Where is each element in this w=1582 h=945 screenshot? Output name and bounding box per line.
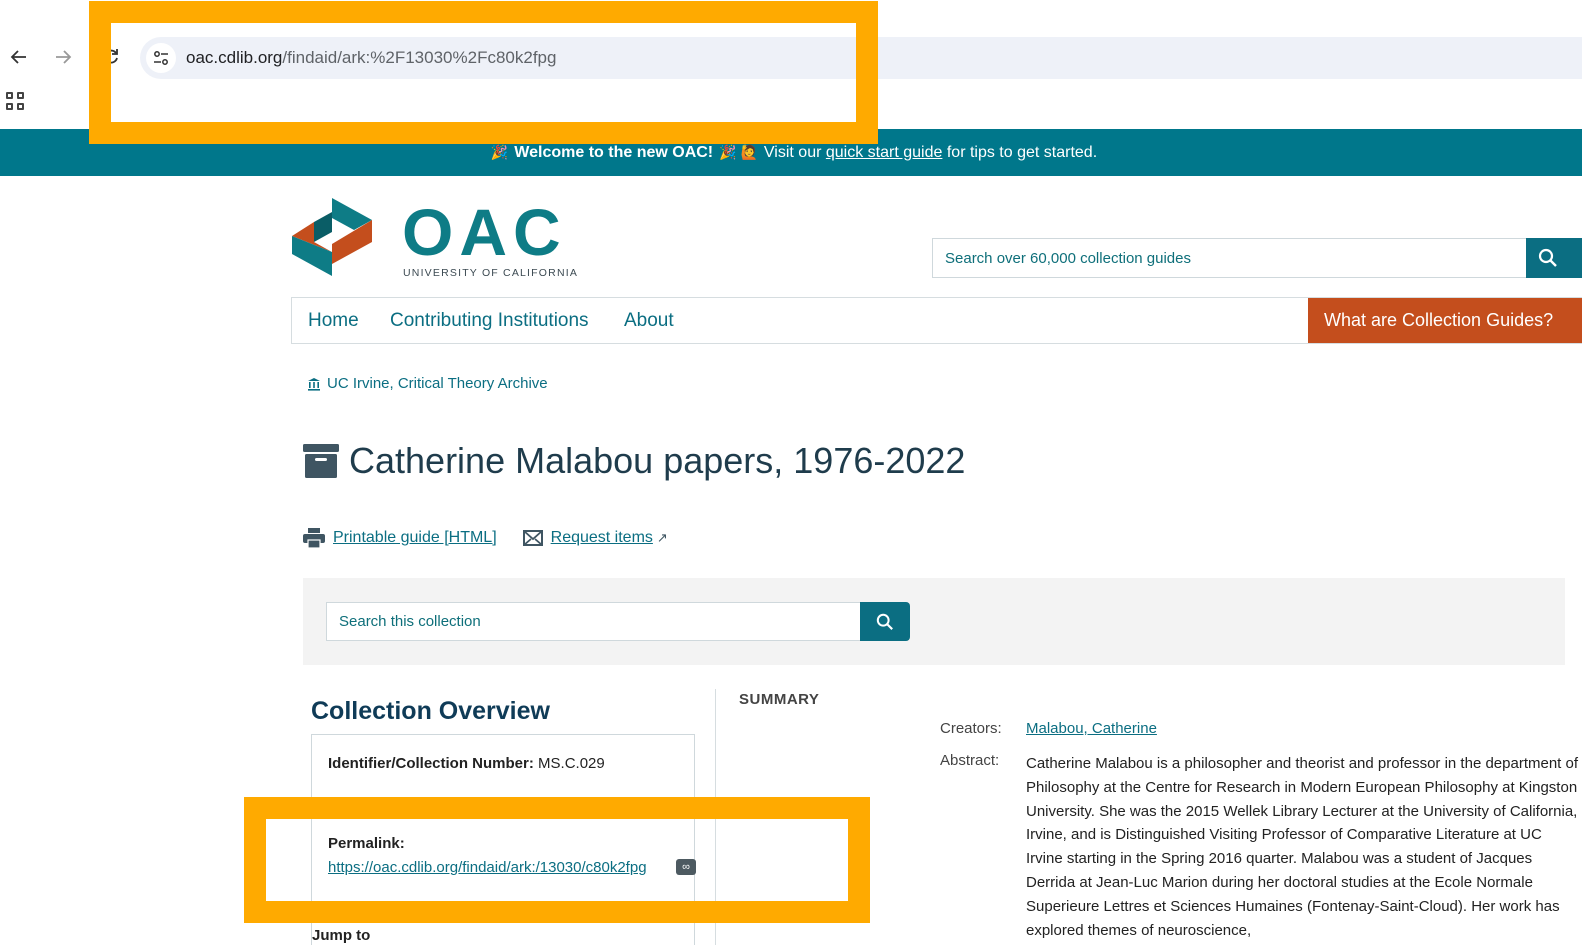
permalink-highlight-box (244, 797, 870, 923)
banner-visit-text: Visit our (763, 143, 822, 161)
collection-overview-heading: Collection Overview (311, 697, 550, 725)
collection-search-input[interactable] (326, 602, 861, 641)
envelope-icon (522, 530, 543, 546)
nav-contributing-institutions[interactable]: Contributing Institutions (390, 310, 589, 332)
summary-heading: SUMMARY (739, 691, 820, 708)
oac-logo-mark-icon (292, 198, 372, 276)
archive-box-icon (303, 444, 339, 478)
external-link-icon: ↗ (656, 530, 668, 545)
site-search-button[interactable] (1526, 238, 1582, 278)
nav-about[interactable]: About (624, 310, 674, 332)
page-title: Catherine Malabou papers, 1976-2022 (349, 440, 966, 481)
oac-logo[interactable]: OAC UNIVERSITY OF CALIFORNIA (292, 196, 582, 282)
institution-link[interactable]: UC Irvine, Critical Theory Archive (307, 375, 548, 392)
institution-icon (308, 377, 320, 391)
site-search-input[interactable] (932, 238, 1527, 278)
printable-guide-link[interactable]: Printable guide [HTML] (333, 529, 497, 547)
site-search (932, 238, 1582, 278)
collection-guides-button[interactable]: What are Collection Guides? (1308, 298, 1582, 343)
celebration-icon: 🎉 🙋 (719, 144, 758, 160)
printer-icon (303, 528, 325, 548)
search-icon (876, 613, 893, 630)
guide-actions: Printable guide [HTML] Request items ↗ (303, 528, 668, 548)
identifier-label: Identifier/Collection Number: (328, 755, 534, 772)
creator-link[interactable]: Malabou, Catherine (1026, 720, 1157, 737)
logo-wordmark: OAC (402, 195, 567, 269)
request-items-link[interactable]: Request items (551, 529, 653, 547)
abstract-text: Catherine Malabou is a philosopher and t… (1026, 755, 1579, 939)
collection-search-button[interactable] (860, 602, 910, 641)
identifier-value: MS.C.029 (538, 755, 605, 772)
banner-suffix: for tips to get started. (946, 143, 1098, 161)
search-icon (1538, 248, 1557, 267)
abstract-label: Abstract: (940, 752, 1000, 769)
page-title-row: Catherine Malabou papers, 1976-2022 (303, 440, 965, 482)
creators-label: Creators: (940, 720, 1002, 737)
apps-grid-icon[interactable] (6, 92, 26, 112)
party-icon: 🎉 (490, 144, 509, 160)
identifier-row: Identifier/Collection Number: MS.C.029 (328, 755, 605, 772)
banner-welcome: Welcome to the new OAC! (514, 143, 714, 161)
logo-subtitle: UNIVERSITY OF CALIFORNIA (403, 267, 579, 279)
back-arrow-icon[interactable] (6, 44, 32, 70)
collection-search-panel (303, 578, 1565, 665)
nav-home[interactable]: Home (308, 310, 359, 332)
quick-start-guide-link[interactable]: quick start guide (826, 144, 943, 162)
url-highlight-box (89, 1, 878, 144)
forward-arrow-icon[interactable] (50, 44, 76, 70)
institution-label: UC Irvine, Critical Theory Archive (327, 375, 548, 392)
jump-to-label: Jump to (312, 927, 371, 944)
